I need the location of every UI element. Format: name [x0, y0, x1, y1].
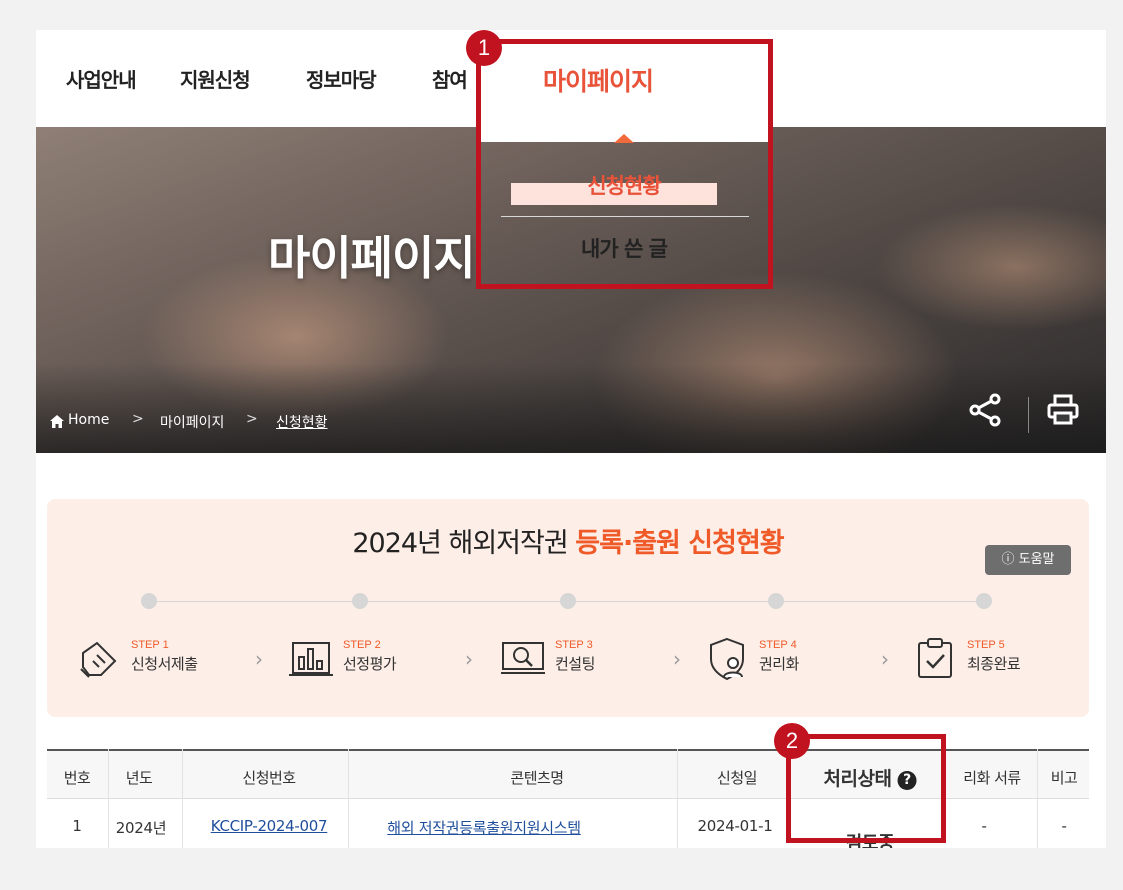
column-divider [108, 749, 109, 848]
status-panel: 2024년 해외저작권 등록·출원 신청현황 ⓘ 도움말 STEP 1 신청서제… [47, 499, 1089, 717]
help-button[interactable]: ⓘ 도움말 [985, 545, 1071, 575]
annotation-badge-2: 2 [774, 723, 810, 759]
breadcrumb-current[interactable]: 신청현황 [276, 412, 328, 432]
step-label: 컨설팅 [555, 655, 595, 673]
help-label: 도움말 [1018, 552, 1055, 567]
help-icon: ⓘ [1001, 552, 1015, 567]
share-icon[interactable] [968, 392, 1002, 428]
step-label: 선정평가 [343, 655, 397, 673]
panel-title-prefix: 2024년 해외저작권 [352, 528, 576, 559]
step-number: STEP 2 [343, 639, 381, 651]
step-label: 신청서제출 [131, 655, 198, 673]
column-header-app-number: 신청번호 [242, 769, 296, 787]
chevron-right-icon: › [465, 647, 473, 671]
cell-note: - [1061, 817, 1067, 835]
cell-date: 2024-01-1 [697, 817, 773, 835]
home-icon [50, 415, 64, 428]
cell-year: 2024년 [115, 819, 167, 837]
column-header-date: 신청일 [717, 769, 757, 787]
breadcrumb-mypage[interactable]: 마이페이지 [160, 412, 224, 432]
step-number: STEP 3 [555, 639, 593, 651]
icon-divider [1028, 397, 1029, 433]
panel-title: 2024년 해외저작권 등록·출원 신청현황 [47, 521, 1089, 560]
cell-docs: - [981, 817, 987, 835]
breadcrumb-separator: > [132, 411, 144, 427]
column-header-docs: 리화 서류 [963, 769, 1021, 787]
progress-dot [560, 593, 576, 609]
print-icon[interactable] [1046, 392, 1080, 428]
cell-app-number-link[interactable]: KCCIP-2024-007 [211, 817, 328, 835]
progress-dot [976, 593, 992, 609]
annotation-box-1 [476, 39, 773, 289]
step-label: 권리화 [759, 655, 799, 673]
column-divider [1037, 749, 1038, 848]
shield-user-icon [710, 637, 744, 681]
nav-item-info[interactable]: 정보마당 [306, 64, 377, 93]
chevron-right-icon: › [673, 647, 681, 671]
breadcrumb-home[interactable]: Home [68, 412, 109, 428]
cell-number: 1 [72, 817, 82, 835]
chevron-right-icon: › [881, 647, 889, 671]
bar-chart-icon [289, 642, 333, 676]
progress-dot [768, 593, 784, 609]
column-header-number: 번호 [63, 769, 91, 787]
step-number: STEP 1 [131, 639, 169, 651]
annotation-box-2 [786, 734, 946, 843]
document-pen-icon [80, 641, 117, 678]
column-header-year: 년도 [125, 769, 153, 787]
column-header-note: 비고 [1050, 769, 1078, 787]
clipboard-check-icon [918, 638, 952, 678]
step-number: STEP 5 [967, 639, 1005, 651]
nav-item-participate[interactable]: 참여 [432, 64, 468, 93]
step-number: STEP 4 [759, 639, 797, 651]
page-title: 마이페이지 [268, 231, 476, 285]
progress-dot [141, 593, 157, 609]
column-divider [677, 749, 678, 848]
page-frame: 사업안내 지원신청 정보마당 참여 마이페이지 Home > 마이페이지 > 신… [36, 30, 1106, 848]
annotation-badge-1: 1 [466, 30, 502, 66]
progress-dot [352, 593, 368, 609]
monitor-search-icon [501, 642, 545, 674]
cell-content-link[interactable]: 해외 저작권등록출원지원시스템 [387, 817, 581, 838]
panel-title-emphasis: 등록·출원 신청현황 [575, 528, 784, 559]
nav-item-apply[interactable]: 지원신청 [180, 64, 251, 93]
nav-item-business[interactable]: 사업안내 [66, 64, 137, 93]
column-header-content: 콘텐츠명 [510, 769, 564, 787]
step-label: 최종완료 [967, 655, 1021, 673]
chevron-right-icon: › [255, 647, 263, 671]
breadcrumb-separator: > [246, 411, 258, 427]
column-divider [348, 749, 349, 848]
column-divider [182, 749, 183, 848]
